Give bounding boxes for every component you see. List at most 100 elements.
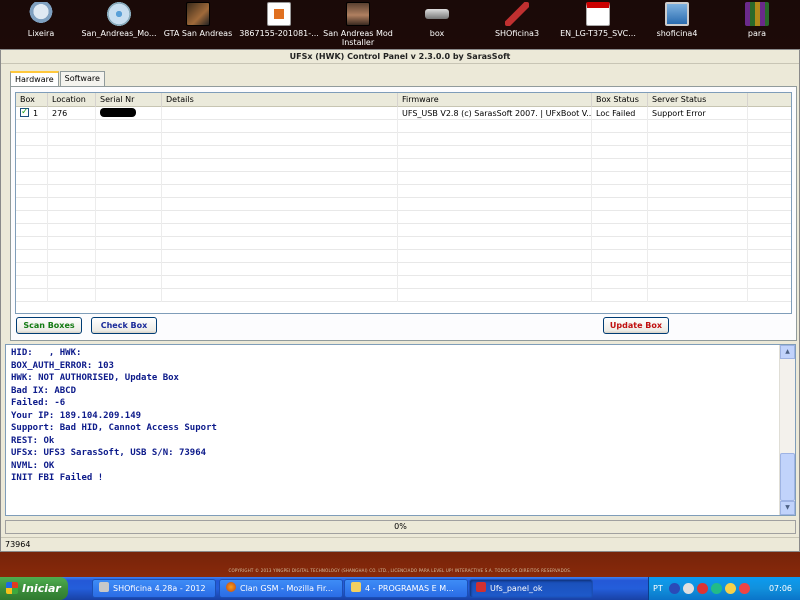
scroll-down-icon[interactable]: ▼ [780, 501, 795, 515]
desktop-icon-en-lg[interactable]: EN_LG-T375_SVC... [555, 2, 641, 44]
tab-strip: Hardware Software [10, 71, 106, 87]
status-bar: 73964 [1, 537, 799, 551]
log-lines: HID: , HWK: BOX_AUTH_ERROR: 103 HWK: NOT A… [11, 347, 217, 485]
empty-row [16, 289, 791, 302]
archive-icon [745, 2, 769, 26]
check-box-button[interactable]: Check Box [91, 317, 157, 334]
portrait-icon [346, 2, 370, 26]
desktop-icon-label: San_Andreas_Mo... [81, 29, 157, 38]
log-line: Bad IX: ABCD [11, 385, 77, 396]
desktop-icon-san-andreas-mod-installer[interactable]: San Andreas Mod Installer [315, 2, 401, 47]
column-header-firmware[interactable]: Firmware [398, 93, 592, 107]
desktop-icon-shoficina3[interactable]: SHOficina3 [474, 2, 560, 44]
column-header-location[interactable]: Location [48, 93, 96, 107]
log-scrollbar[interactable]: ▲ ▼ [779, 345, 795, 515]
alert-icon[interactable] [739, 583, 750, 594]
windows-logo-icon [6, 582, 18, 594]
box-number: 1 [33, 109, 39, 118]
desktop-icon-label: 3867155-201081-... [239, 29, 319, 38]
box-status-cell: Loc Failed [592, 107, 648, 120]
column-header-serial[interactable]: Serial Nr [96, 93, 162, 107]
table-row[interactable]: 1 276 UFS_USB V2.8 (c) SarasSoft 2007. |… [16, 107, 791, 120]
monitor-icon [665, 2, 689, 26]
empty-row [16, 120, 791, 133]
empty-row [16, 237, 791, 250]
window-title[interactable]: UFSx (HWK) Control Panel v 2.3.0.0 by Sa… [1, 50, 799, 64]
column-header-spacer [748, 93, 791, 107]
log-line: Your IP: 189.104.209.149 [11, 410, 142, 421]
column-header-server-status[interactable]: Server Status [648, 93, 748, 107]
location-cell: 276 [48, 107, 96, 120]
log-line: Failed: -6 [11, 398, 66, 408]
grid-header: Box Location Serial Nr Details Firmware … [16, 93, 791, 107]
desktop-icon-para[interactable]: para [714, 2, 800, 44]
desktop-icon-san-andreas-mo[interactable]: San_Andreas_Mo... [76, 2, 162, 44]
column-header-box-status[interactable]: Box Status [592, 93, 648, 107]
disc-icon [107, 2, 131, 26]
empty-row [16, 146, 791, 159]
log-line: HWK: NOT AUTHORISED, Update Box [11, 373, 179, 383]
recycle-bin-icon [29, 2, 53, 26]
task-label: 4 - PROGRAMAS E M... [365, 584, 454, 593]
wrench-icon [99, 582, 109, 592]
desktop-icon-label: shoficina4 [656, 29, 698, 38]
log-line: REST: Ok [11, 435, 55, 446]
scan-boxes-button[interactable]: Scan Boxes [16, 317, 82, 334]
scroll-thumb[interactable] [780, 453, 795, 501]
column-header-details[interactable]: Details [162, 93, 398, 107]
desktop-icon-box[interactable]: box [394, 2, 480, 44]
app-icon [476, 582, 486, 592]
desktop-icon-label: San Andreas Mod Installer [323, 29, 393, 47]
log-line: Support: Bad HID, Cannot Access Suport [11, 423, 217, 433]
desktop-icon-label: Lixeira [27, 29, 55, 38]
taskbar-item-folder[interactable]: 4 - PROGRAMAS E M... [344, 579, 468, 598]
wrench-icon [505, 2, 529, 26]
desktop-icon-lixeira[interactable]: Lixeira [0, 2, 84, 44]
security-icon[interactable] [725, 583, 736, 594]
volume-icon[interactable] [683, 583, 694, 594]
empty-row [16, 250, 791, 263]
tab-software[interactable]: Software [59, 71, 105, 86]
taskbar: Iniciar SHOficina 4.28a - 2012 Clan GSM … [0, 577, 800, 600]
desktop-icon-gta-san-andreas[interactable]: GTA San Andreas [155, 2, 241, 44]
log-line: BOX_AUTH_ERROR: 103 [11, 360, 114, 371]
start-label: Iniciar [22, 582, 61, 595]
ufsx-control-panel-window: UFSx (HWK) Control Panel v 2.3.0.0 by Sa… [0, 49, 800, 552]
column-header-box[interactable]: Box [16, 93, 48, 107]
empty-row [16, 198, 791, 211]
box-checkbox[interactable] [20, 107, 29, 119]
update-box-button[interactable]: Update Box [603, 317, 669, 334]
clock[interactable]: 07:06 [769, 577, 792, 600]
network-icon[interactable] [669, 583, 680, 594]
desktop-icon-label: SHOficina3 [494, 29, 540, 38]
log-line: UFSx: UFS3 SarasSoft, USB S/N: 73964 [11, 448, 207, 458]
scroll-up-icon[interactable]: ▲ [780, 345, 795, 359]
log-line: INIT FBI Failed ! [11, 473, 104, 483]
hardware-panel: Box Location Serial Nr Details Firmware … [10, 86, 797, 341]
log-line: HID: , HWK: [11, 348, 82, 358]
empty-row [16, 211, 791, 224]
desktop-icon-label: EN_LG-T375_SVC... [560, 29, 636, 38]
update-icon[interactable] [711, 583, 722, 594]
folder-icon [351, 582, 361, 592]
antivirus-icon[interactable] [697, 583, 708, 594]
document-icon [267, 2, 291, 26]
redacted-serial [100, 108, 136, 117]
desktop-icon-label: GTA San Andreas [163, 29, 233, 38]
pdf-icon [586, 2, 610, 26]
firefox-icon [226, 582, 236, 592]
empty-row [16, 185, 791, 198]
desktop-icon-shoficina4[interactable]: shoficina4 [634, 2, 720, 44]
box-grid: Box Location Serial Nr Details Firmware … [15, 92, 792, 314]
start-button[interactable]: Iniciar [0, 577, 68, 600]
taskbar-item-shoficina[interactable]: SHOficina 4.28a - 2012 [92, 579, 216, 598]
taskbar-item-firefox[interactable]: Clan GSM - Mozilla Fir... [219, 579, 343, 598]
task-label: SHOficina 4.28a - 2012 [113, 584, 206, 593]
log-output[interactable]: HID: , HWK: BOX_AUTH_ERROR: 103 HWK: NOT A… [5, 344, 796, 516]
taskbar-item-ufs-panel[interactable]: Ufs_panel_ok [469, 579, 593, 598]
tab-hardware[interactable]: Hardware [10, 71, 59, 87]
desktop-icon-document[interactable]: 3867155-201081-... [236, 2, 322, 44]
desktop-icon-label: box [429, 29, 445, 38]
empty-row [16, 172, 791, 185]
language-indicator[interactable]: PT [653, 577, 663, 600]
